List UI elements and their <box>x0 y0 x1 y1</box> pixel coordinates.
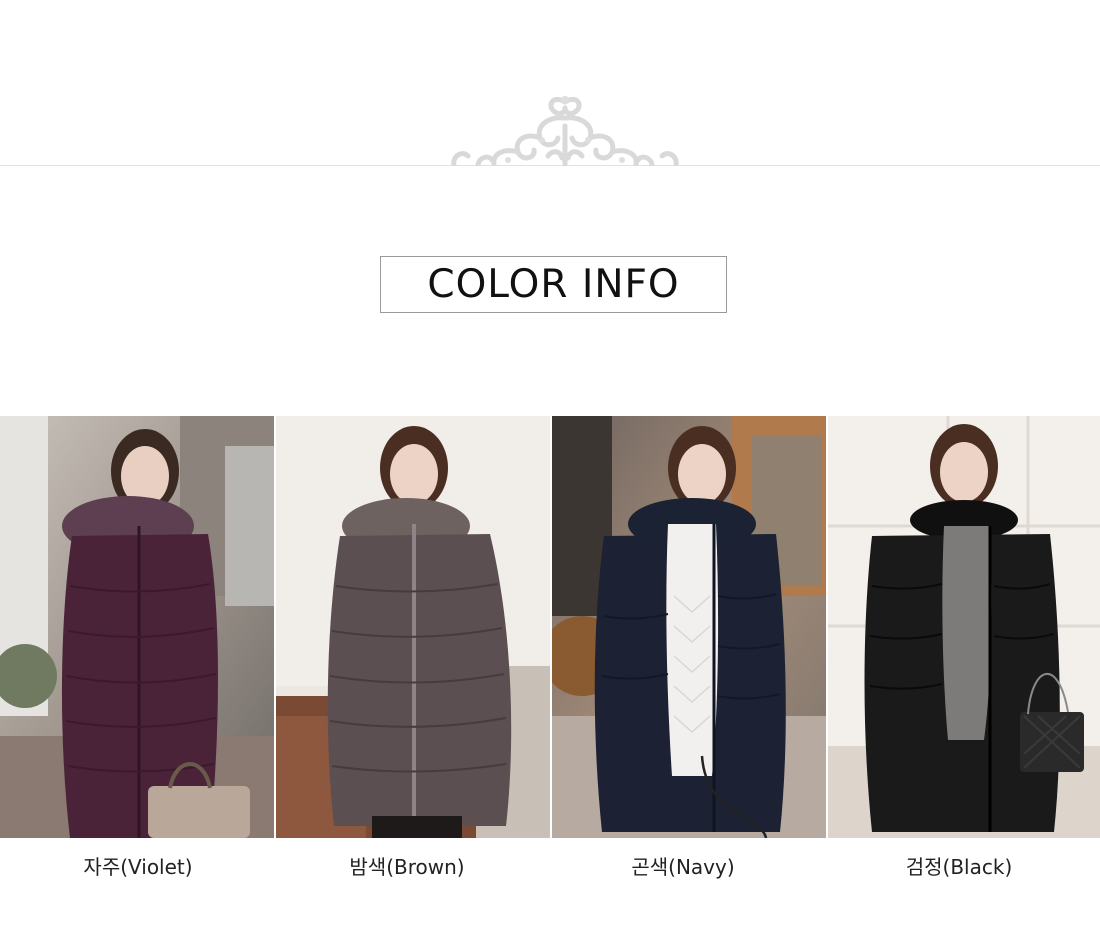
color-label-black: 검정(Black) <box>905 855 1013 879</box>
product-photo-violet[interactable] <box>0 416 274 838</box>
color-gallery <box>0 416 1100 838</box>
section-title: COLOR INFO <box>427 262 680 307</box>
product-photo-black[interactable] <box>828 416 1100 838</box>
color-label-navy: 곤색(Navy) <box>631 855 735 879</box>
color-label-violet: 자주(Violet) <box>83 855 193 879</box>
filigree-ornament-icon <box>448 92 682 166</box>
section-title-box: COLOR INFO <box>380 256 727 313</box>
product-photo-navy[interactable] <box>552 416 826 838</box>
product-photo-brown[interactable] <box>276 416 550 838</box>
color-label-brown: 밤색(Brown) <box>349 855 465 879</box>
